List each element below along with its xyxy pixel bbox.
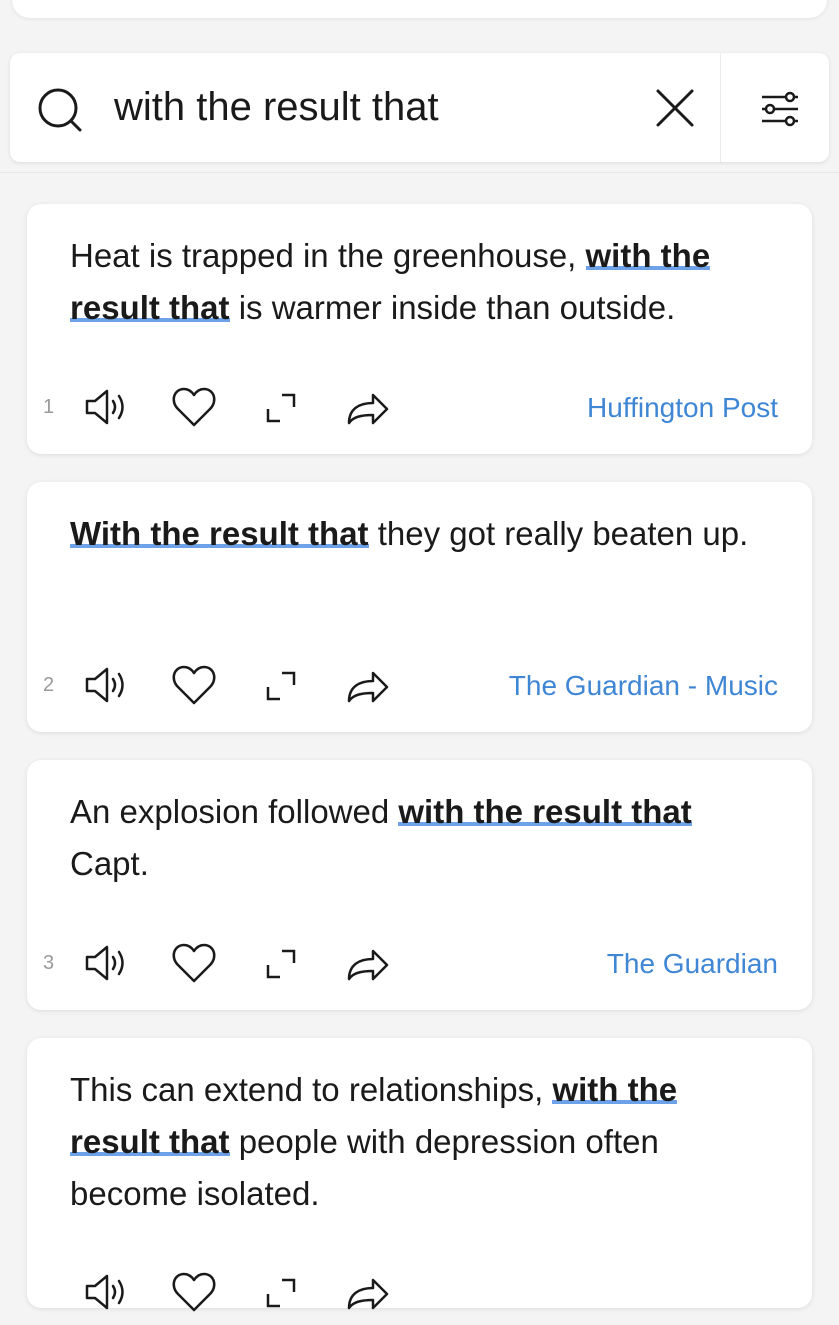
example-sentence: This can extend to relationships, with t… [70, 1064, 770, 1220]
result-card: With the result that they got really bea… [27, 482, 812, 732]
share-icon [347, 671, 389, 703]
divider [720, 53, 721, 162]
result-card: Heat is trapped in the greenhouse, with … [27, 204, 812, 454]
listen-button[interactable] [81, 1264, 137, 1320]
share-icon [347, 393, 389, 425]
highlighted-phrase: With the result that [70, 515, 369, 552]
expand-icon [266, 671, 296, 701]
listen-button[interactable] [81, 657, 137, 713]
filter-sliders-icon [762, 91, 798, 127]
expand-icon [266, 1278, 296, 1308]
example-sentence: With the result that they got really bea… [70, 508, 770, 560]
clear-search-button[interactable] [646, 81, 702, 137]
heart-icon [172, 943, 216, 983]
speaker-icon [85, 1274, 124, 1310]
example-sentence: Heat is trapped in the greenhouse, with … [70, 230, 770, 334]
favorite-button[interactable] [166, 1264, 222, 1320]
filter-button[interactable] [744, 81, 816, 137]
previous-panel [12, 0, 827, 18]
source-link[interactable]: The Guardian [607, 948, 778, 980]
share-button[interactable] [339, 1264, 395, 1320]
share-button[interactable] [339, 935, 395, 991]
expand-button[interactable] [252, 1264, 308, 1320]
header-divider [0, 172, 839, 173]
search-icon [34, 84, 94, 134]
listen-button[interactable] [81, 935, 137, 991]
result-number: 2 [43, 674, 55, 696]
speaker-icon [85, 945, 124, 981]
sentence-text: is warmer inside than outside. [229, 289, 676, 326]
favorite-button[interactable] [166, 657, 222, 713]
result-number: 3 [43, 952, 55, 974]
source-link[interactable]: Huffington Post [587, 392, 778, 424]
expand-icon [266, 393, 296, 423]
result-card: This can extend to relationships, with t… [27, 1038, 812, 1312]
expand-button[interactable] [252, 657, 308, 713]
search-bar [10, 53, 829, 162]
result-card: An explosion followed with the result th… [27, 760, 812, 1010]
heart-icon [172, 387, 216, 427]
heart-icon [172, 665, 216, 705]
highlighted-phrase: with the result that [398, 793, 692, 830]
speaker-icon [85, 667, 124, 703]
sentence-text: This can extend to relationships, [70, 1071, 553, 1108]
sentence-text: Heat is trapped in the greenhouse, [70, 237, 586, 274]
sentence-text: An explosion followed [70, 793, 399, 830]
expand-icon [266, 949, 296, 979]
sentence-text: they got really beaten up. [368, 515, 749, 552]
share-button[interactable] [339, 379, 395, 435]
expand-button[interactable] [252, 379, 308, 435]
close-icon [656, 89, 694, 127]
source-link[interactable]: The Guardian - Music [509, 670, 778, 702]
share-icon [347, 1278, 389, 1310]
search-input[interactable] [106, 75, 642, 139]
favorite-button[interactable] [166, 379, 222, 435]
favorite-button[interactable] [166, 935, 222, 991]
speaker-icon [85, 389, 124, 425]
example-sentence: An explosion followed with the result th… [70, 786, 770, 890]
share-icon [347, 949, 389, 981]
sentence-text: Capt. [70, 845, 149, 882]
expand-button[interactable] [252, 935, 308, 991]
share-button[interactable] [339, 657, 395, 713]
result-number: 1 [43, 396, 55, 418]
listen-button[interactable] [81, 379, 137, 435]
heart-icon [172, 1272, 216, 1312]
